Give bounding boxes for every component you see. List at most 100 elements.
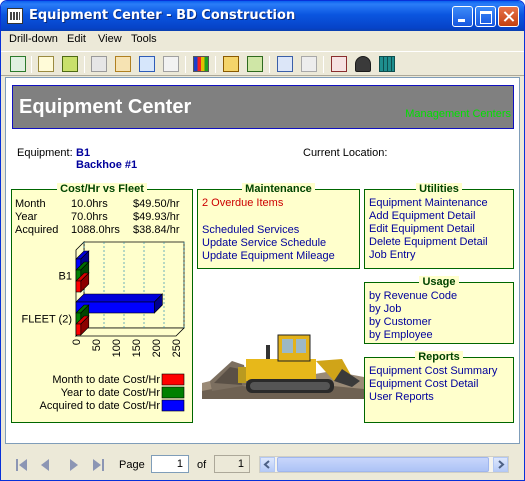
cost-row-label: Year xyxy=(15,211,38,223)
management-centers-link[interactable]: Management Centers xyxy=(405,108,511,120)
toolbar-separator xyxy=(323,56,324,73)
refresh-icon[interactable] xyxy=(10,56,26,72)
last-page-icon[interactable] xyxy=(91,457,105,473)
window-title: Equipment Center - BD Construction xyxy=(29,8,296,23)
reports-title: Reports xyxy=(365,350,513,364)
scroll-right-button[interactable] xyxy=(493,457,508,472)
minimize-icon xyxy=(453,7,472,26)
edit-equipment-detail-link[interactable]: Edit Equipment Detail xyxy=(369,223,475,236)
header-band: Equipment Center Management Centers xyxy=(12,85,514,129)
notes-icon[interactable] xyxy=(163,56,179,72)
menu-edit[interactable]: Edit xyxy=(67,33,86,45)
cost-panel-title: Cost/Hr vs Fleet xyxy=(12,182,192,196)
legend-swatch xyxy=(161,399,185,412)
close-icon xyxy=(499,7,518,26)
toolbar-separator xyxy=(84,56,85,73)
usage-panel: Usage by Revenue Code by Job by Customer… xyxy=(364,276,514,344)
internet-explorer-icon[interactable] xyxy=(139,56,155,72)
job-entry-link[interactable]: Job Entry xyxy=(369,249,415,262)
chart-back-wall xyxy=(83,241,185,329)
user-reports-link[interactable]: User Reports xyxy=(369,391,434,404)
cost-chart: B1 FLEET (2) 0 50 100 150 200 250 Month to date … xyxy=(21,241,185,412)
category-label: FLEET (2) xyxy=(21,314,72,326)
menu-bar: Drill-down Edit View Tools xyxy=(1,31,524,50)
toolbar-separator xyxy=(31,56,32,73)
category-label: B1 xyxy=(59,271,72,283)
spreadsheet-icon[interactable] xyxy=(247,56,263,72)
legend-swatch xyxy=(161,386,185,399)
equipment-maintenance-link[interactable]: Equipment Maintenance xyxy=(369,197,488,210)
by-customer-link[interactable]: by Customer xyxy=(369,316,431,329)
x-tick-label: 150 xyxy=(131,339,143,357)
toolbar xyxy=(1,51,524,76)
by-employee-link[interactable]: by Employee xyxy=(369,329,433,342)
x-tick-label: 50 xyxy=(91,339,103,351)
title-bar[interactable]: Equipment Center - BD Construction xyxy=(1,1,524,31)
bulldozer-image xyxy=(202,321,364,399)
update-service-schedule-link[interactable]: Update Service Schedule xyxy=(202,237,326,250)
x-tick-label: 200 xyxy=(151,339,163,357)
previous-page-icon[interactable] xyxy=(38,457,52,473)
export-icon[interactable] xyxy=(223,56,239,72)
filter-icon[interactable] xyxy=(115,56,131,72)
menu-drill-down[interactable]: Drill-down xyxy=(9,33,58,45)
usage-title: Usage xyxy=(365,275,513,289)
document-icon[interactable] xyxy=(38,56,54,72)
maximize-button[interactable] xyxy=(475,6,496,27)
home-icon[interactable] xyxy=(331,56,347,72)
cost-row-rate: $49.50/hr xyxy=(133,198,180,210)
cost-row-hours: 70.0hrs xyxy=(71,211,108,223)
print-icon[interactable] xyxy=(62,56,78,72)
equipment-name: Backhoe #1 xyxy=(76,159,138,171)
scheduled-services-link[interactable]: Scheduled Services xyxy=(202,224,299,237)
chart-floor xyxy=(75,327,185,337)
close-button[interactable] xyxy=(498,6,519,27)
equipment-cost-summary-link[interactable]: Equipment Cost Summary xyxy=(369,365,497,378)
scroll-left-button[interactable] xyxy=(260,457,275,472)
cost-row-acquired: Acquired 1088.0hrs $38.84/hr xyxy=(15,224,179,236)
arrow-list-icon[interactable] xyxy=(277,56,293,72)
menu-tools[interactable]: Tools xyxy=(131,33,157,45)
bar-top xyxy=(75,293,164,303)
by-job-link[interactable]: by Job xyxy=(369,303,401,316)
cost-panel: Cost/Hr vs Fleet Month 10.0hrs $49.50/hr… xyxy=(11,183,193,423)
equipment-cost-detail-link[interactable]: Equipment Cost Detail xyxy=(369,378,478,391)
page-title: Equipment Center xyxy=(19,96,192,118)
copy-icon[interactable] xyxy=(301,56,317,72)
bar-b1-series-0 xyxy=(75,280,82,293)
app-window: Equipment Center - BD Construction Drill… xyxy=(0,0,525,481)
delete-equipment-detail-link[interactable]: Delete Equipment Detail xyxy=(369,236,488,249)
x-tick-label: 0 xyxy=(71,339,83,345)
cost-row-month: Month 10.0hrs $49.50/hr xyxy=(15,198,179,210)
minimize-button[interactable] xyxy=(452,6,473,27)
horizontal-scrollbar[interactable] xyxy=(259,456,509,473)
overdue-items-link[interactable]: 2 Overdue Items xyxy=(202,197,283,210)
maintenance-title: Maintenance xyxy=(198,182,359,196)
calculator-icon[interactable] xyxy=(379,56,395,72)
by-revenue-code-link[interactable]: by Revenue Code xyxy=(369,290,457,303)
x-tick-label: 100 xyxy=(111,339,123,357)
toolbar-separator xyxy=(185,56,186,73)
add-equipment-detail-link[interactable]: Add Equipment Detail xyxy=(369,210,475,223)
next-page-icon[interactable] xyxy=(67,457,81,473)
cost-row-hours: 1088.0hrs xyxy=(71,224,120,236)
find-icon[interactable] xyxy=(91,56,107,72)
bar-chart-icon[interactable] xyxy=(193,56,209,72)
reports-panel: Reports Equipment Cost Summary Equipment… xyxy=(364,351,514,423)
chevron-left-icon xyxy=(263,460,270,469)
cost-row-hours: 10.0hrs xyxy=(71,198,108,210)
bar-fleet-series-0 xyxy=(75,323,82,336)
main-content: Equipment Center Management Centers Equi… xyxy=(5,77,520,444)
utilities-panel: Utilities Equipment Maintenance Add Equi… xyxy=(364,183,514,269)
first-page-icon[interactable] xyxy=(15,457,29,473)
update-equipment-mileage-link[interactable]: Update Equipment Mileage xyxy=(202,250,335,263)
toolbar-separator xyxy=(215,56,216,73)
page-number-input[interactable]: 1 xyxy=(151,455,189,473)
menu-view[interactable]: View xyxy=(98,33,122,45)
legend-swatch xyxy=(161,373,185,386)
cost-row-rate: $38.84/hr xyxy=(133,224,180,236)
hat-icon[interactable] xyxy=(355,56,371,72)
calculator-icon xyxy=(7,8,23,24)
scrollbar-thumb[interactable] xyxy=(277,457,489,472)
utilities-title: Utilities xyxy=(365,182,513,196)
